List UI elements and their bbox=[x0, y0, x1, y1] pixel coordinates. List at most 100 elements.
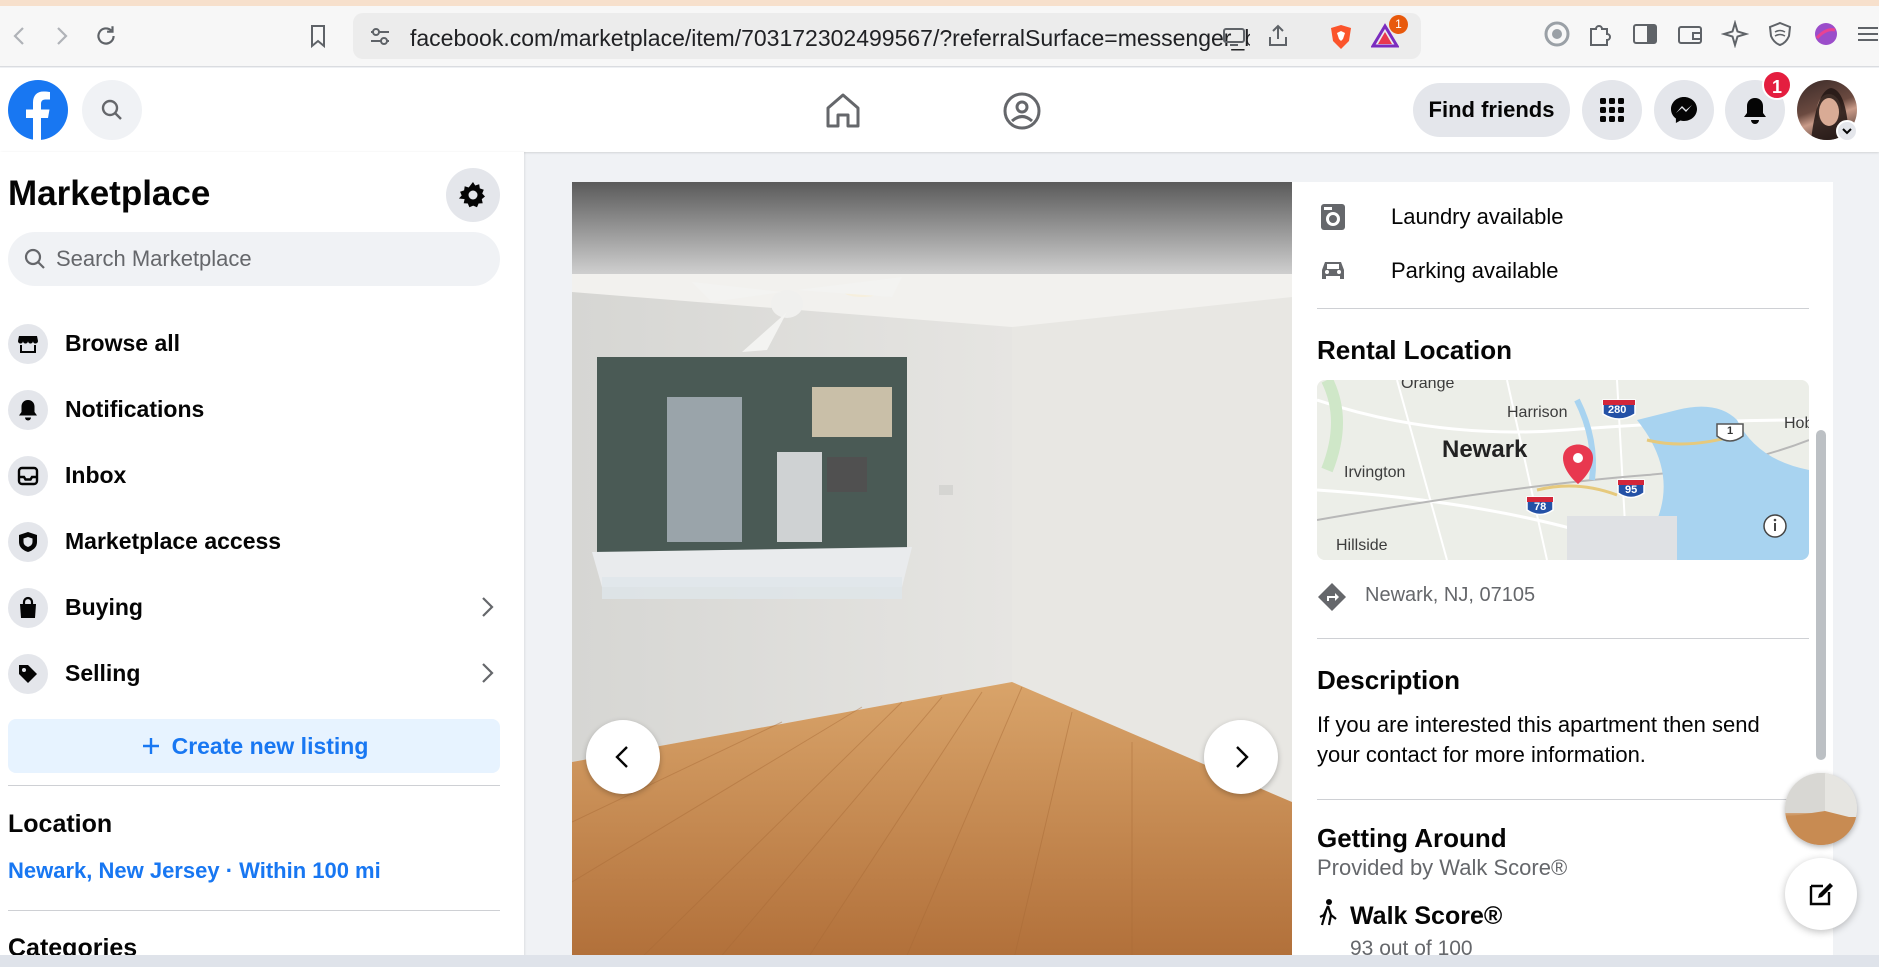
bell-icon bbox=[8, 390, 48, 430]
sidebar-item-marketplace-access[interactable]: Marketplace access bbox=[0, 510, 524, 572]
getting-around-title: Getting Around bbox=[1317, 823, 1507, 853]
section-divider bbox=[1317, 799, 1809, 800]
notification-badge: 1 bbox=[1762, 70, 1792, 100]
brave-shield-icon[interactable] bbox=[1328, 23, 1354, 49]
messenger-button[interactable] bbox=[1654, 80, 1714, 140]
bookmark-button[interactable] bbox=[300, 18, 336, 54]
car-icon bbox=[1322, 262, 1344, 279]
gear-icon bbox=[458, 182, 485, 208]
settings-button[interactable] bbox=[446, 168, 500, 222]
sidebar-item-selling[interactable]: Selling bbox=[0, 642, 524, 704]
feature-laundry: Laundry available bbox=[1318, 196, 1798, 236]
previous-photo-button[interactable] bbox=[586, 720, 660, 794]
groups-icon bbox=[1003, 92, 1041, 130]
compose-icon bbox=[1809, 883, 1833, 906]
description-title: Description bbox=[1317, 665, 1461, 695]
sidebar-item-label: Notifications bbox=[65, 396, 205, 422]
sidebar-divider bbox=[8, 910, 500, 911]
map-label-i95: 95 bbox=[1625, 484, 1638, 496]
search-icon bbox=[24, 248, 45, 269]
marketplace-search-input[interactable] bbox=[56, 232, 486, 286]
bottom-status-strip bbox=[0, 955, 1879, 967]
facebook-logo[interactable] bbox=[8, 80, 68, 140]
marketplace-sidebar: Marketplace Browse all Notifications Inb… bbox=[0, 152, 524, 967]
shield-icon bbox=[8, 522, 48, 562]
sidebar-item-browse-all[interactable]: Browse all bbox=[0, 312, 524, 374]
search-icon bbox=[101, 99, 122, 120]
address-row: Newark, NJ, 07105 bbox=[1317, 576, 1797, 616]
menu-icon[interactable] bbox=[1855, 20, 1879, 48]
back-button[interactable] bbox=[2, 18, 38, 54]
location-title: Location bbox=[8, 810, 113, 838]
chevron-right-icon bbox=[1236, 746, 1249, 768]
shopping-bag-icon bbox=[8, 588, 48, 628]
sidebar-item-notifications[interactable]: Notifications bbox=[0, 378, 524, 440]
marketplace-search-field[interactable] bbox=[8, 232, 500, 286]
record-icon[interactable] bbox=[1543, 20, 1571, 48]
messenger-icon bbox=[1671, 97, 1697, 123]
facebook-f-icon bbox=[26, 91, 50, 140]
create-new-listing-button[interactable]: Create new listing bbox=[8, 719, 500, 773]
menu-button[interactable] bbox=[1582, 80, 1642, 140]
forward-arrow-icon bbox=[57, 27, 68, 45]
wallet-icon[interactable] bbox=[1676, 20, 1704, 48]
sidebar-item-label: Browse all bbox=[65, 330, 181, 356]
listing-details-panel: Laundry available Parking available Rent… bbox=[1292, 182, 1833, 967]
walk-score-title: Walk Score® bbox=[1350, 902, 1503, 930]
sidebar-divider bbox=[8, 785, 500, 786]
inbox-icon bbox=[8, 456, 48, 496]
site-settings-icon[interactable] bbox=[367, 23, 393, 49]
rental-location-map[interactable]: Orange Harrison Newark Irvington Hillsid… bbox=[1317, 380, 1809, 560]
profile-icon[interactable] bbox=[1812, 20, 1840, 48]
map-label-hillside: Hillside bbox=[1336, 537, 1388, 554]
map-label-harrison: Harrison bbox=[1507, 404, 1568, 421]
feature-label: Parking available bbox=[1391, 258, 1559, 283]
leo-ai-icon[interactable] bbox=[1721, 20, 1749, 48]
map-label-newark: Newark bbox=[1442, 436, 1528, 463]
sidebar-item-buying[interactable]: Buying bbox=[0, 576, 524, 638]
sidebar-toggle-icon[interactable] bbox=[1631, 20, 1659, 48]
browser-toolbar: facebook.com/marketplace/item/7031723024… bbox=[0, 0, 1879, 67]
bell-icon bbox=[1744, 98, 1766, 124]
details-scrollbar[interactable] bbox=[1816, 430, 1826, 760]
sidebar-item-label: Inbox bbox=[65, 462, 127, 488]
map-label-hoboken: Hob bbox=[1784, 415, 1809, 432]
walking-person-icon bbox=[1319, 899, 1337, 926]
map-info-icon bbox=[1763, 514, 1787, 538]
create-new-listing-label: Create new listing bbox=[171, 732, 369, 759]
reload-button[interactable] bbox=[88, 18, 124, 54]
map-label-orange: Orange bbox=[1401, 380, 1455, 392]
url-text[interactable]: facebook.com/marketplace/item/7031723024… bbox=[410, 25, 1250, 52]
cast-icon[interactable] bbox=[1221, 23, 1247, 49]
chat-thumbnail[interactable] bbox=[1785, 773, 1857, 845]
browser-tab-strip bbox=[0, 0, 1879, 6]
map-label-irvington: Irvington bbox=[1344, 464, 1406, 481]
price-tag-icon bbox=[8, 654, 48, 694]
sidebar-item-label: Buying bbox=[65, 594, 143, 620]
extensions-icon[interactable] bbox=[1585, 20, 1613, 48]
feature-label: Laundry available bbox=[1391, 204, 1564, 229]
find-friends-button[interactable]: Find friends bbox=[1413, 83, 1570, 137]
washer-icon bbox=[1321, 204, 1345, 230]
location-filter-link[interactable]: Newark, New Jersey · Within 100 mi bbox=[8, 858, 381, 884]
back-arrow-icon bbox=[13, 27, 24, 45]
next-photo-button[interactable] bbox=[1204, 720, 1278, 794]
facebook-search-button[interactable] bbox=[82, 80, 142, 140]
sidebar-item-inbox[interactable]: Inbox bbox=[0, 444, 524, 506]
new-message-button[interactable] bbox=[1785, 858, 1857, 930]
facebook-header: Find friends 1 bbox=[0, 68, 1879, 152]
listing-photo bbox=[572, 182, 1292, 967]
groups-nav-button[interactable] bbox=[999, 88, 1045, 134]
address-bar[interactable]: facebook.com/marketplace/item/7031723024… bbox=[353, 13, 1421, 59]
account-chevron-icon[interactable] bbox=[1836, 120, 1858, 142]
address-text: Newark, NJ, 07105 bbox=[1365, 584, 1536, 606]
listing-photo-viewer[interactable] bbox=[572, 182, 1292, 967]
share-icon[interactable] bbox=[1265, 23, 1291, 49]
reload-icon bbox=[97, 26, 115, 45]
home-nav-button[interactable] bbox=[820, 88, 866, 134]
vpn-shield-icon[interactable] bbox=[1766, 20, 1794, 48]
map-label-i78: 78 bbox=[1534, 501, 1547, 513]
bookmark-icon bbox=[311, 25, 325, 49]
forward-button[interactable] bbox=[43, 18, 79, 54]
walk-score-provider[interactable]: Provided by Walk Score® bbox=[1317, 855, 1567, 881]
